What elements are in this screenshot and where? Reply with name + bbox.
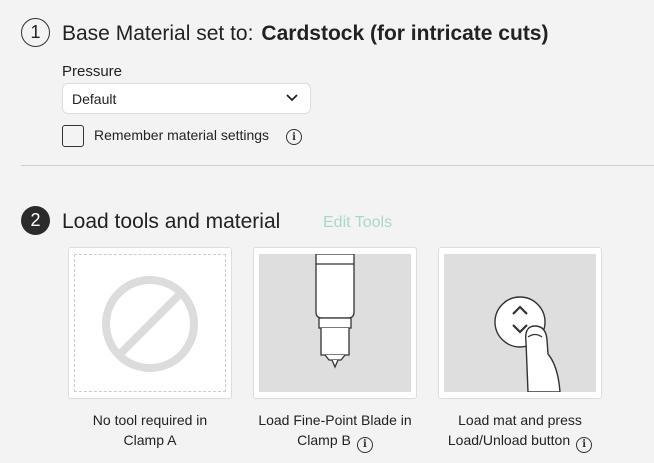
chevron-down-icon [286,94,298,102]
remember-settings-label[interactable]: Remember material settings [94,127,269,143]
load-mat-caption: Load mat and press Load/Unload button i [428,410,612,453]
clamp-a-caption: No tool required in Clamp A [68,410,232,450]
base-material-prefix: Base Material set to: [62,22,254,45]
pressure-value: Default [72,90,117,107]
clamp-b-caption-line2: Clamp B [297,432,351,448]
load-mat-card [438,247,602,399]
edit-tools-link[interactable]: Edit Tools [323,214,392,232]
clamp-b-card [253,247,417,399]
no-tool-icon [102,276,198,372]
base-material-name: Cardstock (for intricate cuts) [261,22,549,45]
load-mat-caption-line2: Load/Unload button [447,432,571,448]
remember-settings-checkbox[interactable] [62,125,84,147]
clamp-a-caption-line2: Clamp A [123,432,177,448]
load-mat-image-area [444,254,596,392]
section-divider [21,165,654,166]
clamp-b-info-icon[interactable]: i [356,437,373,453]
clamp-b-caption-line1: Load Fine-Point Blade in [258,412,412,428]
pressure-label: Pressure [62,63,123,80]
step-1-heading: Base Material set to: Cardstock (for intr… [62,22,548,46]
load-mat-caption-line2-row: Load/Unload button i [428,430,612,453]
fine-point-blade-icon [315,254,355,369]
clamp-a-image-area [74,254,226,392]
pressure-select[interactable]: Default [62,83,311,114]
remember-settings-info-icon[interactable]: i [286,129,302,145]
load-mat-caption-line1: Load mat and press [458,412,582,428]
load-mat-info-icon[interactable]: i [576,437,593,453]
load-unload-button-icon [494,296,561,392]
step-1-number: 1 [21,18,50,47]
step-2-heading: Load tools and material [62,210,281,233]
clamp-b-image-area [259,254,411,392]
clamp-a-card [68,247,232,399]
clamp-b-caption: Load Fine-Point Blade in Clamp B i [248,410,422,453]
step-2-number: 2 [21,206,50,235]
clamp-a-caption-line1: No tool required in [92,412,208,428]
clamp-b-caption-line2-row: Clamp B i [248,430,422,453]
